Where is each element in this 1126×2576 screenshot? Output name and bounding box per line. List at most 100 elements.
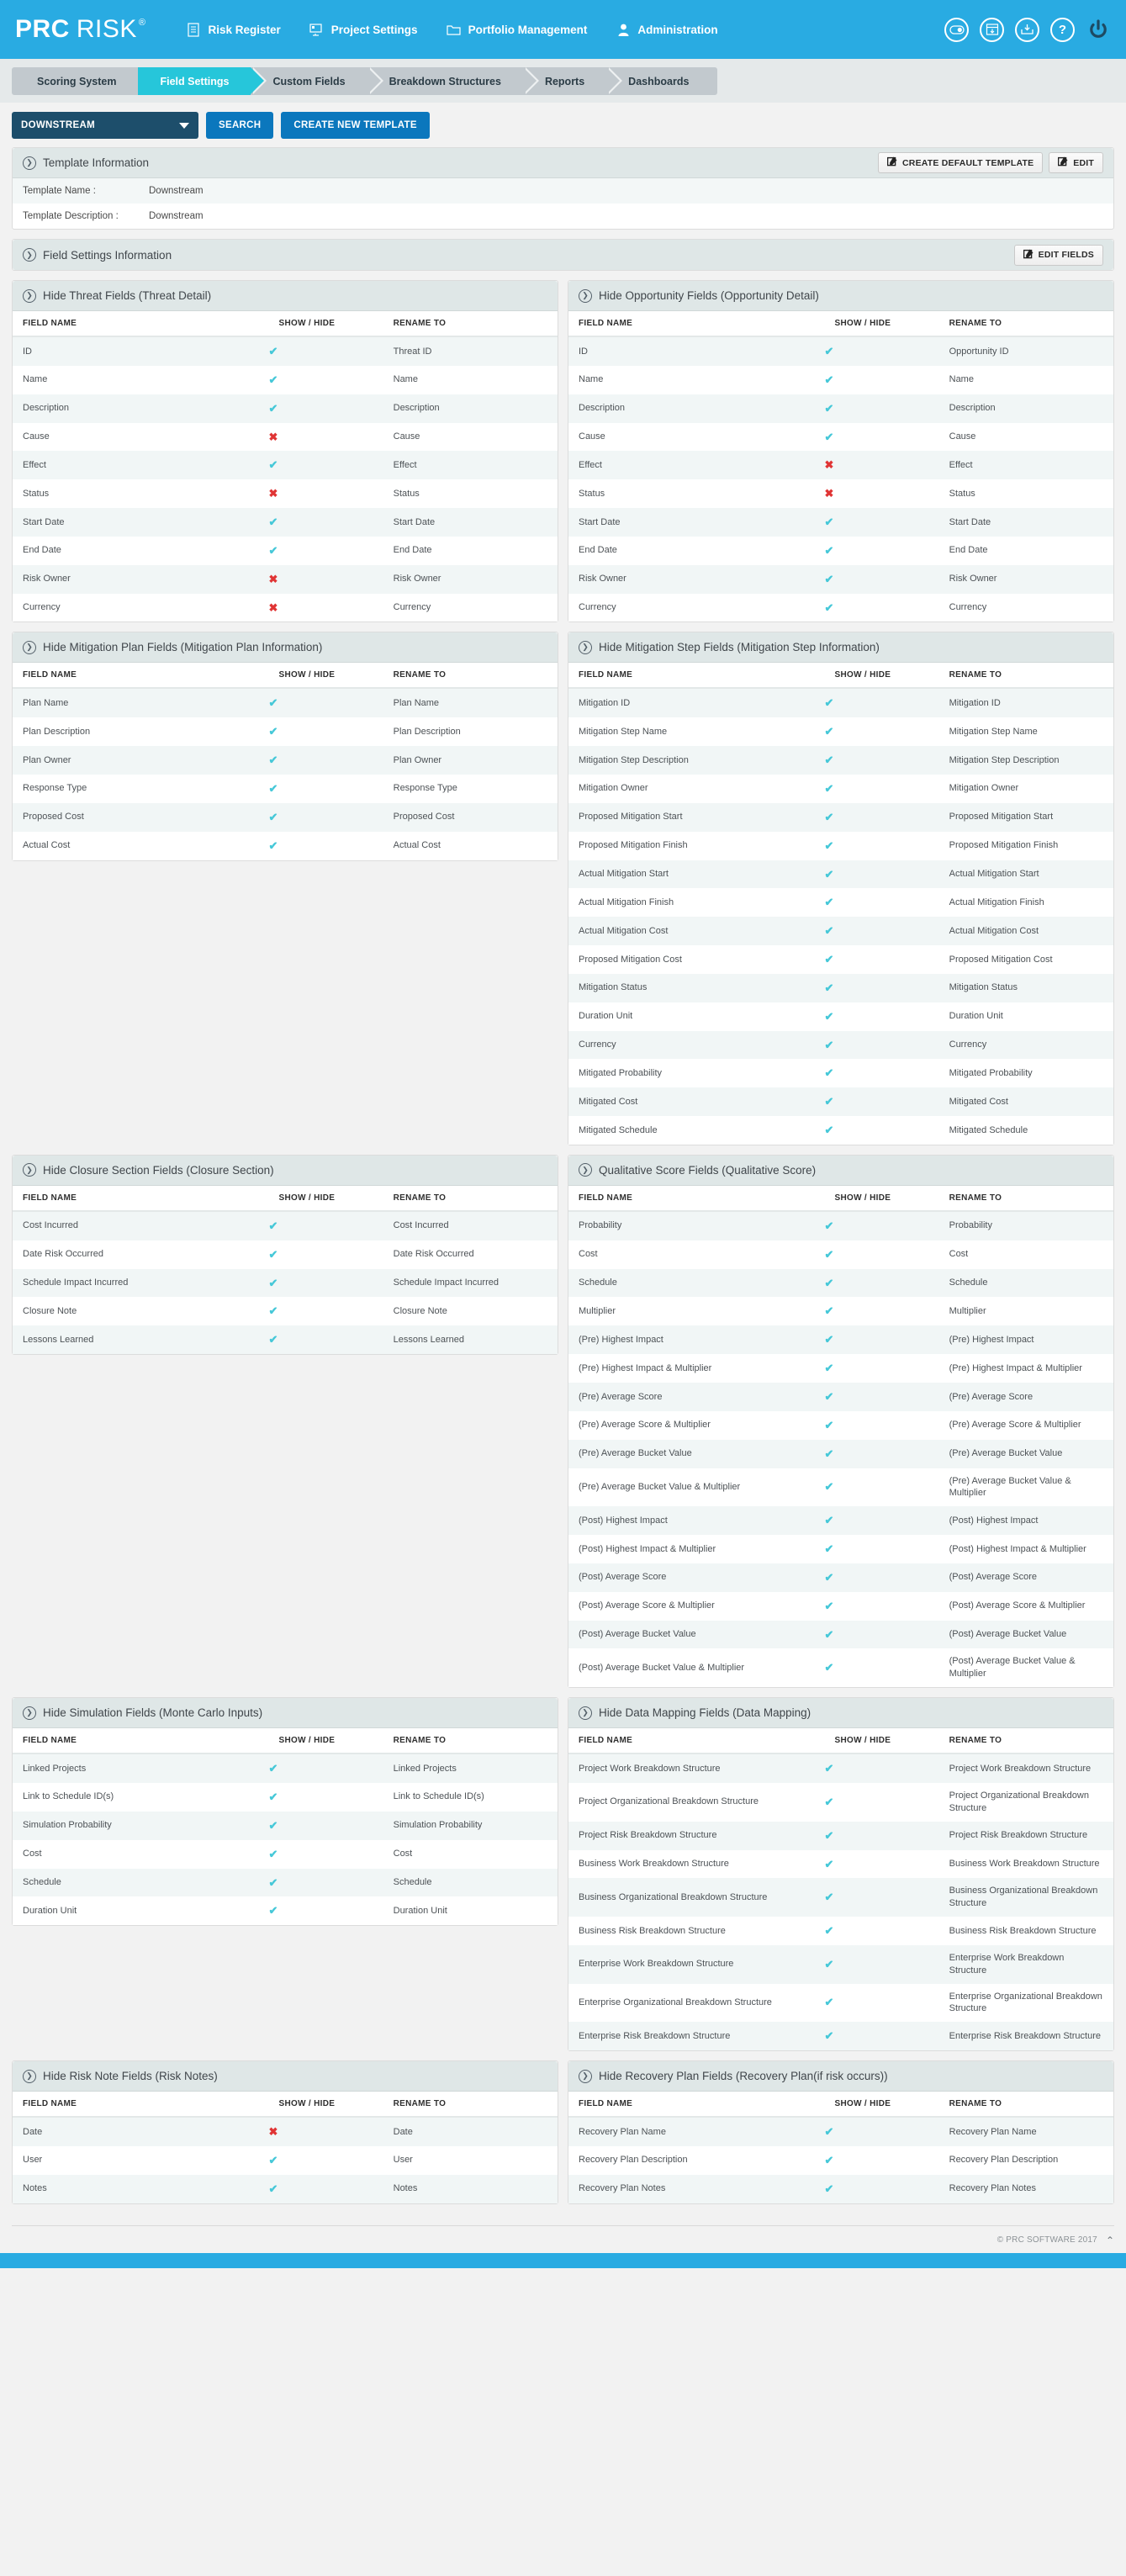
show-tick-icon[interactable]: ✔ [824, 1383, 939, 1411]
edit-template-button[interactable]: EDIT [1049, 152, 1103, 173]
hide-cross-icon[interactable]: ✖ [268, 422, 383, 452]
hide-cross-icon[interactable]: ✖ [268, 479, 383, 509]
show-tick-icon[interactable]: ✔ [824, 1030, 939, 1060]
chevron-right-icon[interactable]: ❯ [23, 156, 36, 170]
calendar-download-icon[interactable] [980, 17, 1004, 42]
show-tick-icon[interactable]: ✔ [268, 2174, 383, 2203]
show-tick-icon[interactable]: ✔ [824, 1002, 939, 1031]
show-tick-icon[interactable]: ✔ [268, 1753, 383, 1783]
show-tick-icon[interactable]: ✔ [824, 365, 939, 394]
tab-field-settings[interactable]: Field Settings [138, 67, 267, 95]
show-tick-icon[interactable]: ✔ [268, 1811, 383, 1840]
show-tick-icon[interactable]: ✔ [824, 1753, 939, 1783]
show-tick-icon[interactable]: ✔ [824, 1535, 939, 1563]
template-select[interactable]: DOWNSTREAM [12, 112, 198, 139]
show-tick-icon[interactable]: ✔ [268, 746, 383, 775]
show-tick-icon[interactable]: ✔ [824, 2145, 939, 2175]
show-tick-icon[interactable]: ✔ [824, 336, 939, 366]
show-tick-icon[interactable]: ✔ [824, 746, 939, 775]
show-tick-icon[interactable]: ✔ [268, 394, 383, 423]
chevron-right-icon[interactable]: ❯ [23, 248, 36, 262]
show-tick-icon[interactable]: ✔ [268, 1868, 383, 1897]
show-tick-icon[interactable]: ✔ [268, 508, 383, 537]
show-tick-icon[interactable]: ✔ [824, 1410, 939, 1440]
show-tick-icon[interactable]: ✔ [268, 802, 383, 832]
show-tick-icon[interactable]: ✔ [824, 1917, 939, 1945]
hide-cross-icon[interactable]: ✖ [268, 593, 383, 622]
show-tick-icon[interactable]: ✔ [824, 2022, 939, 2051]
show-tick-icon[interactable]: ✔ [824, 1354, 939, 1383]
show-tick-icon[interactable]: ✔ [824, 945, 939, 974]
show-tick-icon[interactable]: ✔ [824, 1468, 939, 1507]
chevron-right-icon[interactable]: ❯ [579, 640, 592, 654]
show-tick-icon[interactable]: ✔ [824, 1821, 939, 1850]
show-tick-icon[interactable]: ✔ [268, 774, 383, 803]
show-tick-icon[interactable]: ✔ [268, 336, 383, 366]
hide-cross-icon[interactable]: ✖ [824, 479, 939, 509]
chevron-right-icon[interactable]: ❯ [23, 2069, 36, 2083]
help-icon[interactable]: ? [1050, 17, 1075, 42]
show-tick-icon[interactable]: ✔ [824, 717, 939, 747]
show-tick-icon[interactable]: ✔ [824, 1297, 939, 1326]
show-tick-icon[interactable]: ✔ [824, 2174, 939, 2203]
show-tick-icon[interactable]: ✔ [824, 422, 939, 452]
tab-dashboards[interactable]: Dashboards [606, 67, 718, 95]
hide-cross-icon[interactable]: ✖ [824, 451, 939, 480]
inbox-download-icon[interactable] [1015, 17, 1039, 42]
chevron-right-icon[interactable]: ❯ [579, 1706, 592, 1720]
show-tick-icon[interactable]: ✔ [824, 774, 939, 803]
hide-cross-icon[interactable]: ✖ [268, 564, 383, 594]
show-tick-icon[interactable]: ✔ [824, 1087, 939, 1117]
show-tick-icon[interactable]: ✔ [268, 1896, 383, 1926]
show-tick-icon[interactable]: ✔ [824, 888, 939, 918]
edit-fields-button[interactable]: EDIT FIELDS [1013, 244, 1103, 266]
show-tick-icon[interactable]: ✔ [824, 593, 939, 622]
show-tick-icon[interactable]: ✔ [824, 1563, 939, 1592]
chevron-right-icon[interactable]: ❯ [579, 1163, 592, 1177]
show-tick-icon[interactable]: ✔ [824, 1591, 939, 1621]
search-button[interactable]: SEARCH [206, 112, 274, 139]
show-tick-icon[interactable]: ✔ [824, 1620, 939, 1649]
show-tick-icon[interactable]: ✔ [268, 1325, 383, 1355]
show-tick-icon[interactable]: ✔ [824, 1782, 939, 1822]
show-tick-icon[interactable]: ✔ [824, 860, 939, 889]
show-tick-icon[interactable]: ✔ [824, 1648, 939, 1688]
show-tick-icon[interactable]: ✔ [824, 536, 939, 565]
tab-custom-fields[interactable]: Custom Fields [251, 67, 383, 95]
show-tick-icon[interactable]: ✔ [824, 1325, 939, 1355]
show-tick-icon[interactable]: ✔ [268, 536, 383, 565]
show-tick-icon[interactable]: ✔ [268, 365, 383, 394]
show-tick-icon[interactable]: ✔ [268, 831, 383, 860]
show-tick-icon[interactable]: ✔ [824, 1059, 939, 1088]
show-tick-icon[interactable]: ✔ [268, 2145, 383, 2175]
show-tick-icon[interactable]: ✔ [824, 564, 939, 594]
show-tick-icon[interactable]: ✔ [824, 2117, 939, 2146]
app-logo[interactable]: PRC RISK ® [15, 15, 145, 44]
create-new-template-button[interactable]: CREATE NEW TEMPLATE [281, 112, 430, 139]
show-tick-icon[interactable]: ✔ [824, 1849, 939, 1879]
show-tick-icon[interactable]: ✔ [268, 688, 383, 718]
show-tick-icon[interactable]: ✔ [824, 1210, 939, 1240]
nav-item-risk-register[interactable]: Risk Register [186, 22, 281, 37]
chevron-right-icon[interactable]: ❯ [23, 288, 36, 303]
create-default-template-button[interactable]: CREATE DEFAULT TEMPLATE [878, 152, 1044, 173]
power-icon[interactable] [1086, 17, 1111, 42]
show-tick-icon[interactable]: ✔ [824, 1944, 939, 1984]
show-tick-icon[interactable]: ✔ [824, 1268, 939, 1298]
show-tick-icon[interactable]: ✔ [824, 973, 939, 1002]
show-tick-icon[interactable]: ✔ [824, 1116, 939, 1145]
show-tick-icon[interactable]: ✔ [824, 1983, 939, 2023]
tab-scoring-system[interactable]: Scoring System [12, 67, 156, 95]
hide-cross-icon[interactable]: ✖ [268, 2117, 383, 2146]
chevron-right-icon[interactable]: ❯ [579, 2069, 592, 2083]
nav-item-project-settings[interactable]: Project Settings [309, 22, 418, 37]
tab-breakdown-structures[interactable]: Breakdown Structures [367, 67, 540, 95]
show-tick-icon[interactable]: ✔ [268, 1782, 383, 1812]
show-tick-icon[interactable]: ✔ [824, 802, 939, 832]
show-tick-icon[interactable]: ✔ [268, 1240, 383, 1269]
show-tick-icon[interactable]: ✔ [824, 688, 939, 718]
chevron-up-icon[interactable]: ⌃ [1106, 2235, 1114, 2246]
show-tick-icon[interactable]: ✔ [268, 1839, 383, 1869]
show-tick-icon[interactable]: ✔ [268, 717, 383, 747]
show-tick-icon[interactable]: ✔ [824, 917, 939, 946]
